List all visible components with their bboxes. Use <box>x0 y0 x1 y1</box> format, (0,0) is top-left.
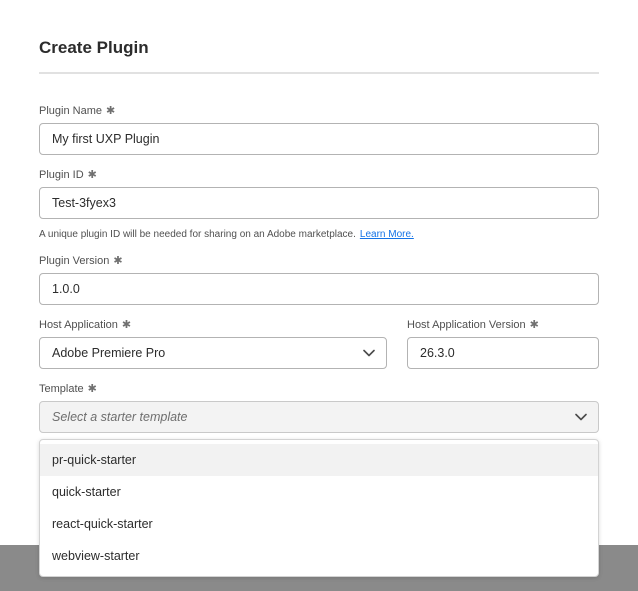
plugin-name-input[interactable]: My first UXP Plugin <box>39 123 599 155</box>
template-placeholder: Select a starter template <box>52 410 188 424</box>
template-label-text: Template <box>39 382 84 395</box>
plugin-id-help: A unique plugin ID will be needed for sh… <box>39 229 414 240</box>
host-application-value: Adobe Premiere Pro <box>52 346 166 360</box>
chevron-down-icon[interactable] <box>362 346 376 360</box>
host-application-version-input[interactable]: 26.3.0 <box>407 337 599 369</box>
required-asterisk-icon: ✱ <box>529 319 539 331</box>
plugin-name-value: My first UXP Plugin <box>52 132 160 146</box>
template-dropdown-menu: pr-quick-starter quick-starter react-qui… <box>39 439 599 577</box>
template-option-pr-quick-starter[interactable]: pr-quick-starter <box>40 444 598 476</box>
host-application-label: Host Application ✱ <box>39 318 132 332</box>
required-asterisk-icon: ✱ <box>113 255 123 267</box>
host-application-version-value: 26.3.0 <box>420 346 455 360</box>
template-option-react-quick-starter[interactable]: react-quick-starter <box>40 508 598 540</box>
plugin-id-value: Test-3fyex3 <box>52 196 116 210</box>
plugin-version-value: 1.0.0 <box>52 282 80 296</box>
plugin-id-label: Plugin ID ✱ <box>39 168 97 182</box>
template-select[interactable]: Select a starter template <box>39 401 599 433</box>
plugin-id-help-text: A unique plugin ID will be needed for sh… <box>39 229 356 240</box>
host-application-select[interactable]: Adobe Premiere Pro <box>39 337 387 369</box>
dialog-title: Create Plugin <box>39 38 149 57</box>
template-option-quick-starter[interactable]: quick-starter <box>40 476 598 508</box>
host-application-label-text: Host Application <box>39 318 118 331</box>
plugin-version-label: Plugin Version ✱ <box>39 254 123 268</box>
plugin-id-input[interactable]: Test-3fyex3 <box>39 187 599 219</box>
plugin-id-label-text: Plugin ID <box>39 168 84 181</box>
plugin-name-label: Plugin Name ✱ <box>39 104 116 118</box>
required-asterisk-icon: ✱ <box>87 383 97 395</box>
template-label: Template ✱ <box>39 382 97 396</box>
plugin-version-label-text: Plugin Version <box>39 254 110 267</box>
required-asterisk-icon: ✱ <box>87 169 97 181</box>
template-option-webview-starter[interactable]: webview-starter <box>40 540 598 572</box>
chevron-down-icon[interactable] <box>574 410 588 424</box>
host-application-version-label: Host Application Version ✱ <box>407 318 539 332</box>
required-asterisk-icon: ✱ <box>121 319 132 331</box>
required-asterisk-icon: ✱ <box>105 105 116 117</box>
host-application-version-label-text: Host Application Version <box>407 318 526 331</box>
plugin-version-input[interactable]: 1.0.0 <box>39 273 599 305</box>
learn-more-link[interactable]: Learn More. <box>360 229 414 240</box>
title-divider <box>39 72 599 74</box>
plugin-name-label-text: Plugin Name <box>39 104 102 117</box>
